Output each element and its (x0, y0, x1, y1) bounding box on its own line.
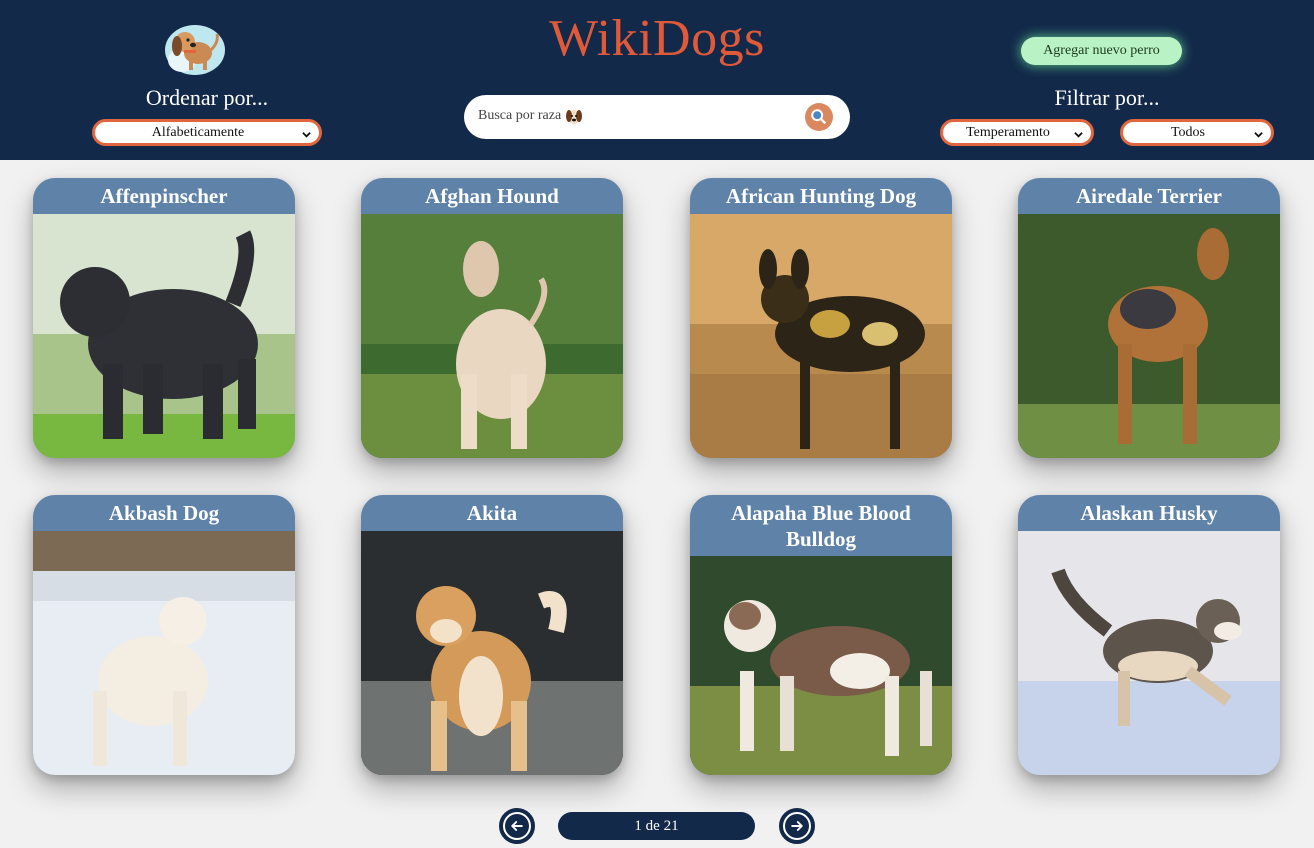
sort-select-value: Alfabeticamente (151, 124, 245, 140)
dog-photo (1018, 214, 1280, 458)
dog-card-name: African Hunting Dog (725, 184, 917, 208)
filter-value-select[interactable]: Todos (1120, 119, 1274, 146)
next-page-button[interactable] (779, 808, 815, 844)
dog-card-name: Akita (466, 501, 518, 525)
search-bar: Busca por raza (464, 95, 850, 139)
dog-photo (361, 214, 623, 458)
search-icon (811, 109, 827, 125)
dog-photo (690, 556, 952, 775)
dog-card[interactable]: African Hunting Dog (690, 178, 952, 458)
arrow-right-icon (791, 821, 803, 831)
dog-card[interactable]: Alaskan Husky (1018, 495, 1280, 775)
chevron-down-icon (1074, 132, 1083, 138)
dog-card-name: Affenpinscher (100, 184, 228, 208)
dog-card-name: Airedale Terrier (1076, 184, 1222, 208)
filter-type-value: Temperamento (966, 124, 1050, 140)
sort-select[interactable]: Alfabeticamente (92, 119, 322, 146)
dog-card-name: Alapaha Blue Blood Bulldog (731, 501, 911, 551)
prev-page-button[interactable] (499, 808, 535, 844)
chevron-down-icon (302, 132, 311, 138)
dog-face-icon (566, 110, 583, 124)
dog-photo (361, 531, 623, 775)
sort-label: Ordenar por... (145, 85, 269, 110)
filter-label: Filtrar por... (1054, 85, 1160, 110)
top-header: WikiDogs Ordenar por... Alfabeticamente … (0, 0, 1314, 160)
add-dog-button[interactable]: Agregar nuevo perro (1021, 37, 1182, 65)
dog-card[interactable]: Airedale Terrier (1018, 178, 1280, 458)
dog-card-name: Alaskan Husky (1080, 501, 1218, 525)
dog-photo (690, 214, 952, 458)
dog-card[interactable]: Affenpinscher (33, 178, 295, 458)
dog-card[interactable]: Alapaha Blue Blood Bulldog (690, 495, 952, 775)
search-placeholder: Busca por raza (478, 108, 562, 123)
dog-card[interactable]: Afghan Hound (361, 178, 623, 458)
dog-card-name: Akbash Dog (108, 501, 220, 525)
dog-card[interactable]: Akita (361, 495, 623, 775)
arrow-left-icon (511, 821, 523, 831)
dog-photo (1018, 531, 1280, 775)
search-input[interactable]: Busca por raza (478, 107, 583, 125)
filter-value-value: Todos (1170, 124, 1206, 140)
dog-photo (33, 214, 295, 458)
dog-photo (33, 531, 295, 775)
dog-card-name: Afghan Hound (425, 184, 559, 208)
search-button[interactable] (805, 103, 833, 131)
chevron-down-icon (1254, 132, 1263, 138)
dog-card[interactable]: Akbash Dog (33, 495, 295, 775)
page-indicator: 1 de 21 (558, 812, 755, 840)
filter-type-select[interactable]: Temperamento (940, 119, 1094, 146)
